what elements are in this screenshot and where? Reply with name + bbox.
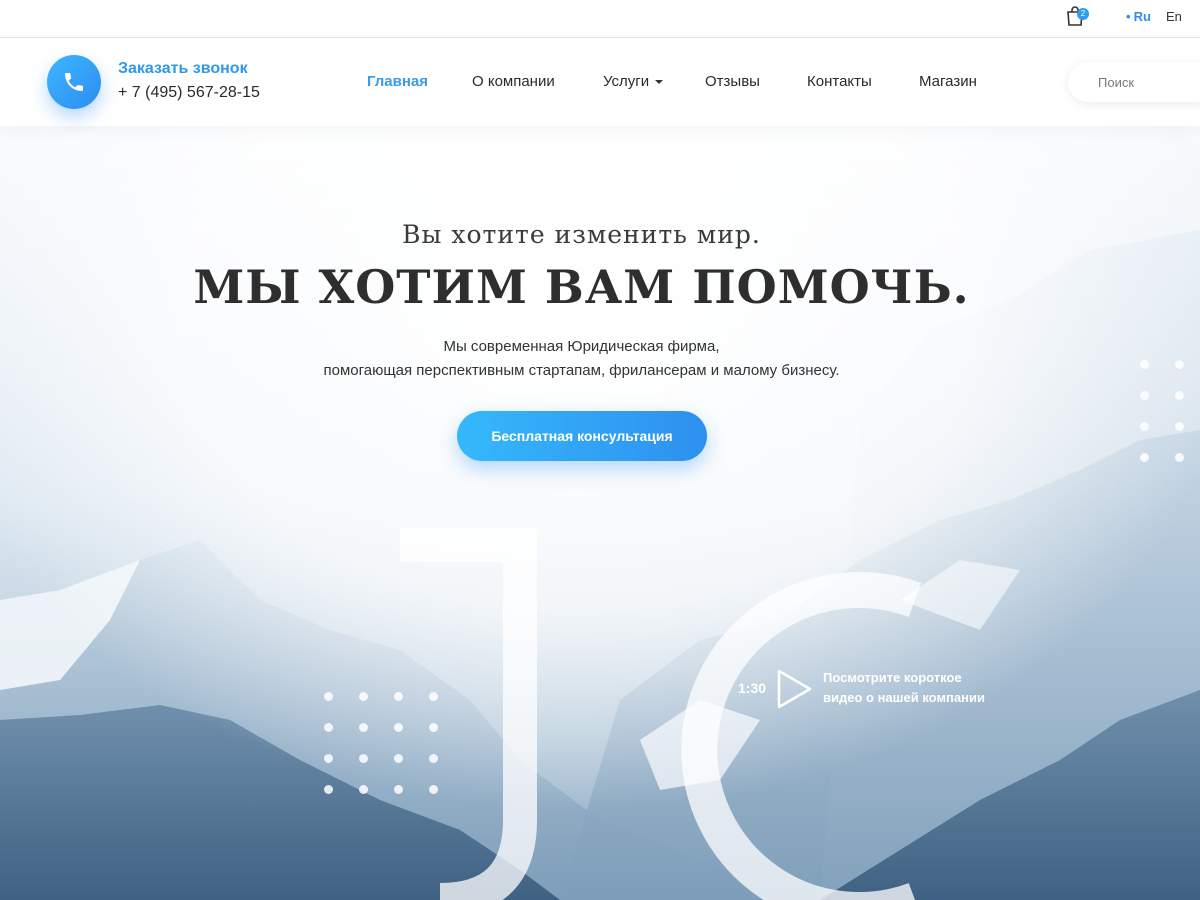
nav-services-label: Услуги — [603, 73, 650, 90]
phone-number: + 7 (495) 567-28-15 — [118, 84, 260, 101]
hero-headline: МЫ ХОТИМ ВАМ ПОМОЧЬ. — [193, 260, 970, 314]
hero-subtitle: Вы хотите изменить мир. — [402, 220, 761, 249]
nav-reviews[interactable]: Отзывы — [705, 73, 760, 90]
free-consultation-button[interactable]: Бесплатная консультация — [457, 411, 707, 461]
dots-decoration-left — [324, 692, 438, 794]
nav-shop[interactable]: Магазин — [919, 73, 977, 90]
top-bar: 2 Ru En — [0, 0, 1200, 38]
language-ru[interactable]: Ru — [1126, 9, 1151, 24]
video-caption-line2[interactable]: видео о нашей компании — [823, 690, 985, 705]
call-button[interactable] — [47, 55, 101, 109]
phone-icon — [65, 73, 83, 91]
language-en[interactable]: En — [1166, 9, 1182, 24]
nav-home[interactable]: Главная — [367, 73, 428, 90]
nav-contacts[interactable]: Контакты — [807, 73, 872, 90]
hero-description-line2: помогающая перспективным стартапам, фрил… — [323, 362, 840, 379]
cart-count-badge: 2 — [1077, 8, 1089, 20]
site-header: Заказать звонок + 7 (495) 567-28-15 Глав… — [0, 38, 1200, 126]
hero-description-line1: Мы современная Юридическая фирма, — [443, 338, 720, 355]
nav-about[interactable]: О компании — [472, 73, 555, 90]
nav-services[interactable]: Услуги — [603, 73, 664, 90]
video-duration: 1:30 — [738, 680, 767, 696]
search-input[interactable] — [1068, 62, 1200, 102]
video-caption-line1[interactable]: Посмотрите короткое — [823, 670, 962, 685]
play-icon[interactable] — [776, 668, 814, 710]
callback-link[interactable]: Заказать звонок — [118, 60, 248, 78]
chevron-down-icon — [655, 80, 664, 85]
